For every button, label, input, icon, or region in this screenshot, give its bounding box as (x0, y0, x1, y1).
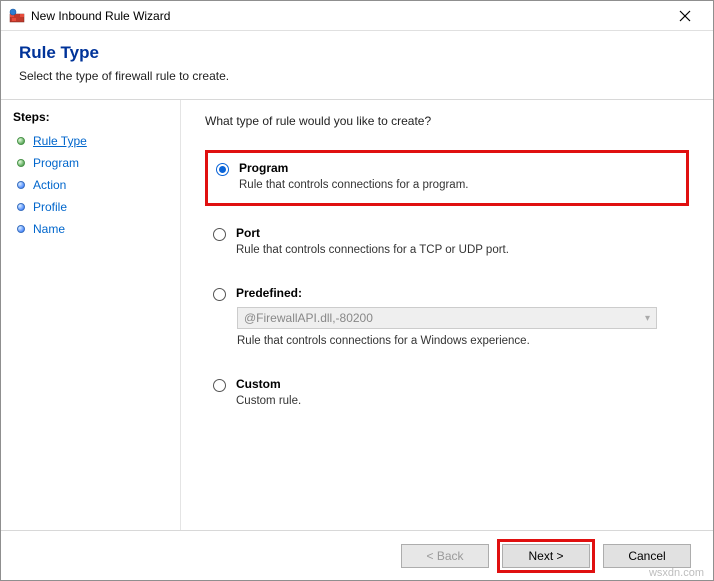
step-label: Action (33, 178, 66, 192)
option-desc: Custom rule. (236, 395, 301, 407)
step-program[interactable]: Program (13, 152, 174, 174)
step-bullet-icon (17, 181, 25, 189)
firewall-icon (9, 8, 25, 24)
prompt-text: What type of rule would you like to crea… (205, 114, 689, 128)
window-title: New Inbound Rule Wizard (31, 9, 665, 23)
titlebar: New Inbound Rule Wizard (1, 1, 713, 31)
option-custom: Custom Custom rule. (205, 371, 689, 413)
back-button: < Back (401, 544, 489, 568)
wizard-window: New Inbound Rule Wizard Rule Type Select… (0, 0, 714, 581)
option-desc: Rule that controls connections for a TCP… (236, 244, 509, 256)
option-label: Predefined: (236, 286, 302, 300)
option-port: Port Rule that controls connections for … (205, 220, 689, 262)
cancel-button[interactable]: Cancel (603, 544, 691, 568)
option-port-row[interactable]: Port Rule that controls connections for … (211, 226, 683, 256)
option-program: Program Rule that controls connections f… (205, 150, 689, 206)
predefined-select: @FirewallAPI.dll,-80200 ▾ (237, 307, 657, 329)
body: Steps: Rule Type Program Action Profile … (1, 100, 713, 530)
predefined-selected-value: @FirewallAPI.dll,-80200 (244, 311, 373, 325)
step-label: Program (33, 156, 79, 170)
step-profile[interactable]: Profile (13, 196, 174, 218)
radio-port[interactable] (213, 228, 226, 241)
close-icon (679, 10, 691, 22)
option-label: Custom (236, 377, 301, 391)
option-texts: Custom Custom rule. (236, 377, 301, 407)
step-bullet-icon (17, 225, 25, 233)
steps-sidebar: Steps: Rule Type Program Action Profile … (1, 100, 181, 530)
step-name[interactable]: Name (13, 218, 174, 240)
radio-predefined[interactable] (213, 288, 226, 301)
steps-title: Steps: (13, 110, 174, 124)
page-subtitle: Select the type of firewall rule to crea… (19, 69, 695, 83)
next-button[interactable]: Next > (502, 544, 590, 568)
radio-custom[interactable] (213, 379, 226, 392)
page-title: Rule Type (19, 43, 695, 63)
step-label: Name (33, 222, 65, 236)
step-label: Profile (33, 200, 67, 214)
step-bullet-icon (17, 203, 25, 211)
option-program-row[interactable]: Program Rule that controls connections f… (214, 161, 658, 191)
content-panel: What type of rule would you like to crea… (181, 100, 713, 530)
option-desc: Rule that controls connections for a Win… (237, 335, 683, 347)
radio-program[interactable] (216, 163, 229, 176)
option-texts: Predefined: (236, 286, 302, 300)
option-label: Port (236, 226, 509, 240)
step-action[interactable]: Action (13, 174, 174, 196)
chevron-down-icon: ▾ (645, 313, 650, 324)
step-label: Rule Type (33, 134, 87, 148)
header: Rule Type Select the type of firewall ru… (1, 31, 713, 93)
next-highlight: Next > (497, 539, 595, 573)
option-texts: Program Rule that controls connections f… (239, 161, 468, 191)
footer: < Back Next > Cancel (1, 530, 713, 580)
close-button[interactable] (665, 2, 705, 30)
option-predefined-row[interactable]: Predefined: (211, 286, 683, 301)
option-predefined: Predefined: @FirewallAPI.dll,-80200 ▾ Ru… (205, 280, 689, 353)
option-custom-row[interactable]: Custom Custom rule. (211, 377, 683, 407)
option-texts: Port Rule that controls connections for … (236, 226, 509, 256)
option-label: Program (239, 161, 468, 175)
step-bullet-icon (17, 137, 25, 145)
step-rule-type[interactable]: Rule Type (13, 130, 174, 152)
watermark: wsxdn.com (649, 567, 704, 579)
option-desc: Rule that controls connections for a pro… (239, 179, 468, 191)
step-bullet-icon (17, 159, 25, 167)
